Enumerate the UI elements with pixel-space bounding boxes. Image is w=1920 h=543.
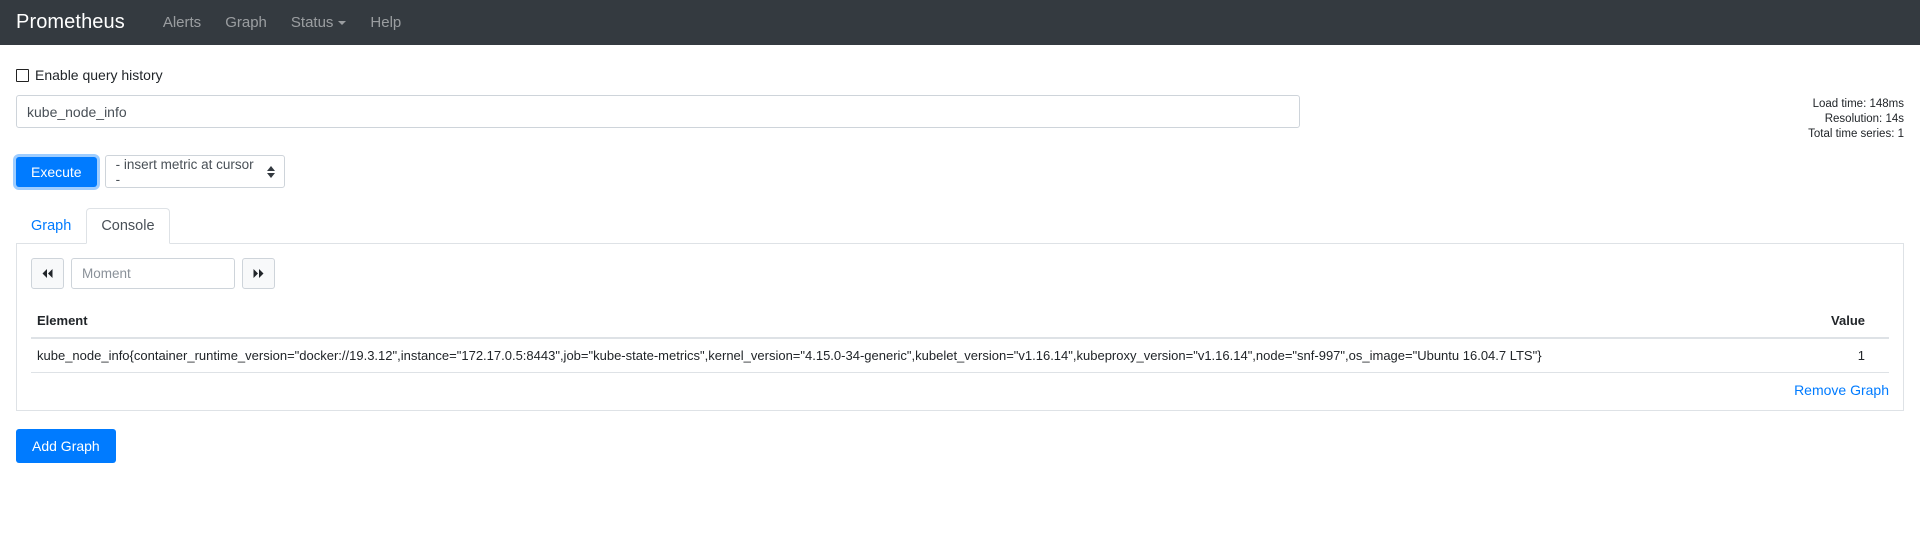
column-header-element: Element: [31, 307, 1779, 339]
select-chevrons-icon: [266, 165, 275, 178]
double-chevron-right-icon[interactable]: [242, 258, 275, 289]
results-table: Element Value kube_node_info{container_r…: [31, 307, 1889, 373]
query-stats: Load time: 148ms Resolution: 14s Total t…: [1704, 95, 1904, 142]
insert-metric-select[interactable]: - insert metric at cursor -: [104, 155, 285, 188]
add-graph-button[interactable]: Add Graph: [16, 429, 116, 463]
nav-links: Alerts Graph Status Help: [151, 14, 413, 31]
cell-element: kube_node_info{container_runtime_version…: [31, 338, 1779, 373]
nav-link-graph[interactable]: Graph: [213, 14, 279, 31]
nav-link-status-label: Status: [290, 14, 334, 31]
results-header-row: Element Value: [31, 307, 1889, 339]
result-tabs: Graph Console: [16, 208, 1904, 244]
nav-link-alerts[interactable]: Alerts: [151, 14, 213, 31]
query-row: Load time: 148ms Resolution: 14s Total t…: [16, 95, 1904, 142]
page-container: Enable query history Load time: 148ms Re…: [0, 67, 1920, 463]
nav-link-help[interactable]: Help: [358, 14, 413, 31]
query-controls: Execute - insert metric at cursor -: [16, 155, 1904, 188]
stat-total-series: Total time series: 1: [1808, 128, 1904, 140]
stat-load-time: Load time: 148ms: [1812, 98, 1904, 110]
console-panel: Element Value kube_node_info{container_r…: [16, 244, 1904, 411]
query-expression-input[interactable]: [16, 95, 1300, 128]
enable-query-history-label: Enable query history: [35, 67, 163, 83]
results-tbody: kube_node_info{container_runtime_version…: [31, 338, 1889, 373]
tab-console[interactable]: Console: [86, 208, 170, 244]
table-row: kube_node_info{container_runtime_version…: [31, 338, 1889, 373]
remove-graph-link[interactable]: Remove Graph: [1794, 382, 1889, 398]
navbar: Prometheus Alerts Graph Status Help: [0, 0, 1920, 45]
enable-query-history-checkbox[interactable]: [16, 68, 29, 82]
results-thead: Element Value: [31, 307, 1889, 339]
remove-graph-row: Remove Graph: [31, 382, 1889, 400]
chevron-down-icon: [338, 20, 347, 25]
stat-resolution: Resolution: 14s: [1824, 113, 1904, 125]
double-chevron-left-icon[interactable]: [31, 258, 64, 289]
brand-prometheus[interactable]: Prometheus: [16, 11, 125, 34]
cell-value: 1: [1779, 338, 1889, 373]
tab-graph[interactable]: Graph: [16, 208, 86, 244]
column-header-value: Value: [1779, 307, 1889, 339]
insert-metric-select-label: - insert metric at cursor -: [115, 156, 254, 187]
query-area: [16, 95, 1300, 133]
time-navigation: [31, 258, 1889, 289]
execute-button[interactable]: Execute: [16, 156, 97, 187]
moment-input[interactable]: [71, 258, 235, 289]
nav-link-status[interactable]: Status: [279, 14, 359, 31]
query-history-row: Enable query history: [16, 67, 1904, 83]
